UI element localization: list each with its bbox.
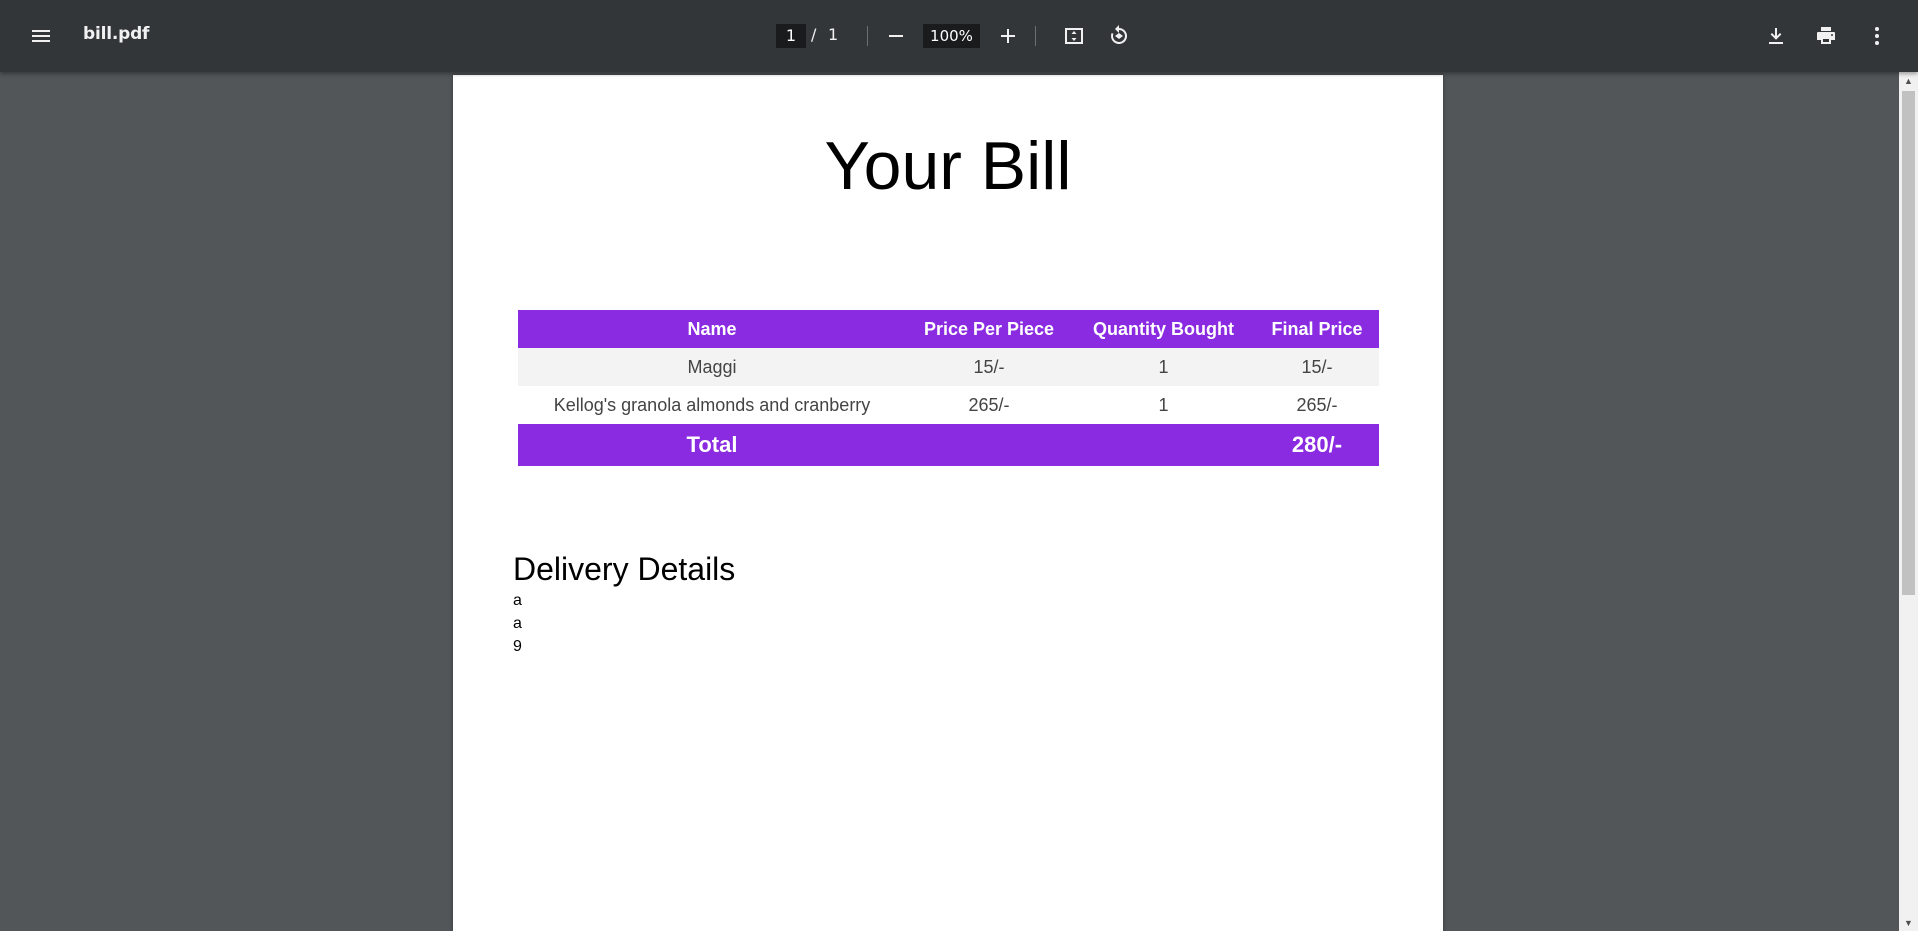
column-header-final-price: Final Price	[1255, 310, 1379, 348]
cell-final-price: 15/-	[1255, 348, 1379, 386]
cell-price: 265/-	[906, 386, 1072, 424]
pdf-toolbar: bill.pdf 1 / 1 100%	[0, 0, 1918, 72]
zoom-level-input[interactable]: 100%	[923, 24, 980, 48]
scroll-down-arrow-icon[interactable]: ▼	[1899, 914, 1918, 931]
total-empty-cell	[1072, 424, 1255, 466]
zoom-out-button[interactable]	[876, 16, 916, 56]
toolbar-divider	[1035, 26, 1036, 46]
zoom-in-button[interactable]	[988, 16, 1028, 56]
total-row: Total 280/-	[518, 424, 1379, 466]
total-value: 280/-	[1255, 424, 1379, 466]
more-vert-icon	[1875, 27, 1879, 45]
total-label: Total	[518, 424, 906, 466]
download-icon	[1769, 28, 1783, 44]
cell-final-price: 265/-	[1255, 386, 1379, 424]
rotate-button[interactable]	[1099, 16, 1139, 56]
delivery-line: a	[513, 592, 522, 609]
scroll-up-arrow-icon[interactable]: ▲	[1899, 72, 1918, 89]
fit-page-icon	[1065, 28, 1083, 44]
cell-quantity: 1	[1072, 386, 1255, 424]
print-button[interactable]	[1806, 16, 1846, 56]
total-pages: 1	[828, 25, 839, 44]
table-row: Maggi 15/- 1 15/-	[518, 348, 1379, 386]
menu-icon[interactable]	[21, 16, 61, 56]
total-empty-cell	[906, 424, 1072, 466]
fit-to-page-button[interactable]	[1054, 16, 1094, 56]
column-header-name: Name	[518, 310, 906, 348]
download-button[interactable]	[1756, 16, 1796, 56]
print-icon	[1817, 27, 1835, 44]
plus-icon	[1001, 29, 1015, 43]
cell-price: 15/-	[906, 348, 1072, 386]
toolbar-divider	[867, 26, 868, 46]
more-options-button[interactable]	[1857, 16, 1897, 56]
cell-name: Maggi	[518, 348, 906, 386]
delivery-heading: Delivery Details	[513, 551, 736, 587]
cell-name: Kellog's granola almonds and cranberry	[518, 386, 906, 424]
delivery-line: 9	[513, 638, 522, 655]
minus-icon	[889, 35, 903, 37]
bill-table: Name Price Per Piece Quantity Bought Fin…	[518, 310, 1379, 466]
table-row: Kellog's granola almonds and cranberry 2…	[518, 386, 1379, 424]
cell-quantity: 1	[1072, 348, 1255, 386]
column-header-price: Price Per Piece	[906, 310, 1072, 348]
delivery-line: a	[513, 615, 522, 632]
page-number-input[interactable]: 1	[776, 24, 806, 48]
table-header-row: Name Price Per Piece Quantity Bought Fin…	[518, 310, 1379, 348]
scrollbar-thumb[interactable]	[1902, 91, 1915, 595]
page-separator: /	[811, 25, 817, 44]
bill-title: Your Bill	[824, 128, 1072, 204]
document-title: bill.pdf	[83, 24, 150, 44]
column-header-quantity: Quantity Bought	[1072, 310, 1255, 348]
vertical-scrollbar[interactable]: ▲ ▼	[1899, 72, 1918, 931]
pdf-page: Your Bill Name Price Per Piece Quantity …	[453, 75, 1443, 931]
rotate-icon	[1111, 25, 1128, 44]
